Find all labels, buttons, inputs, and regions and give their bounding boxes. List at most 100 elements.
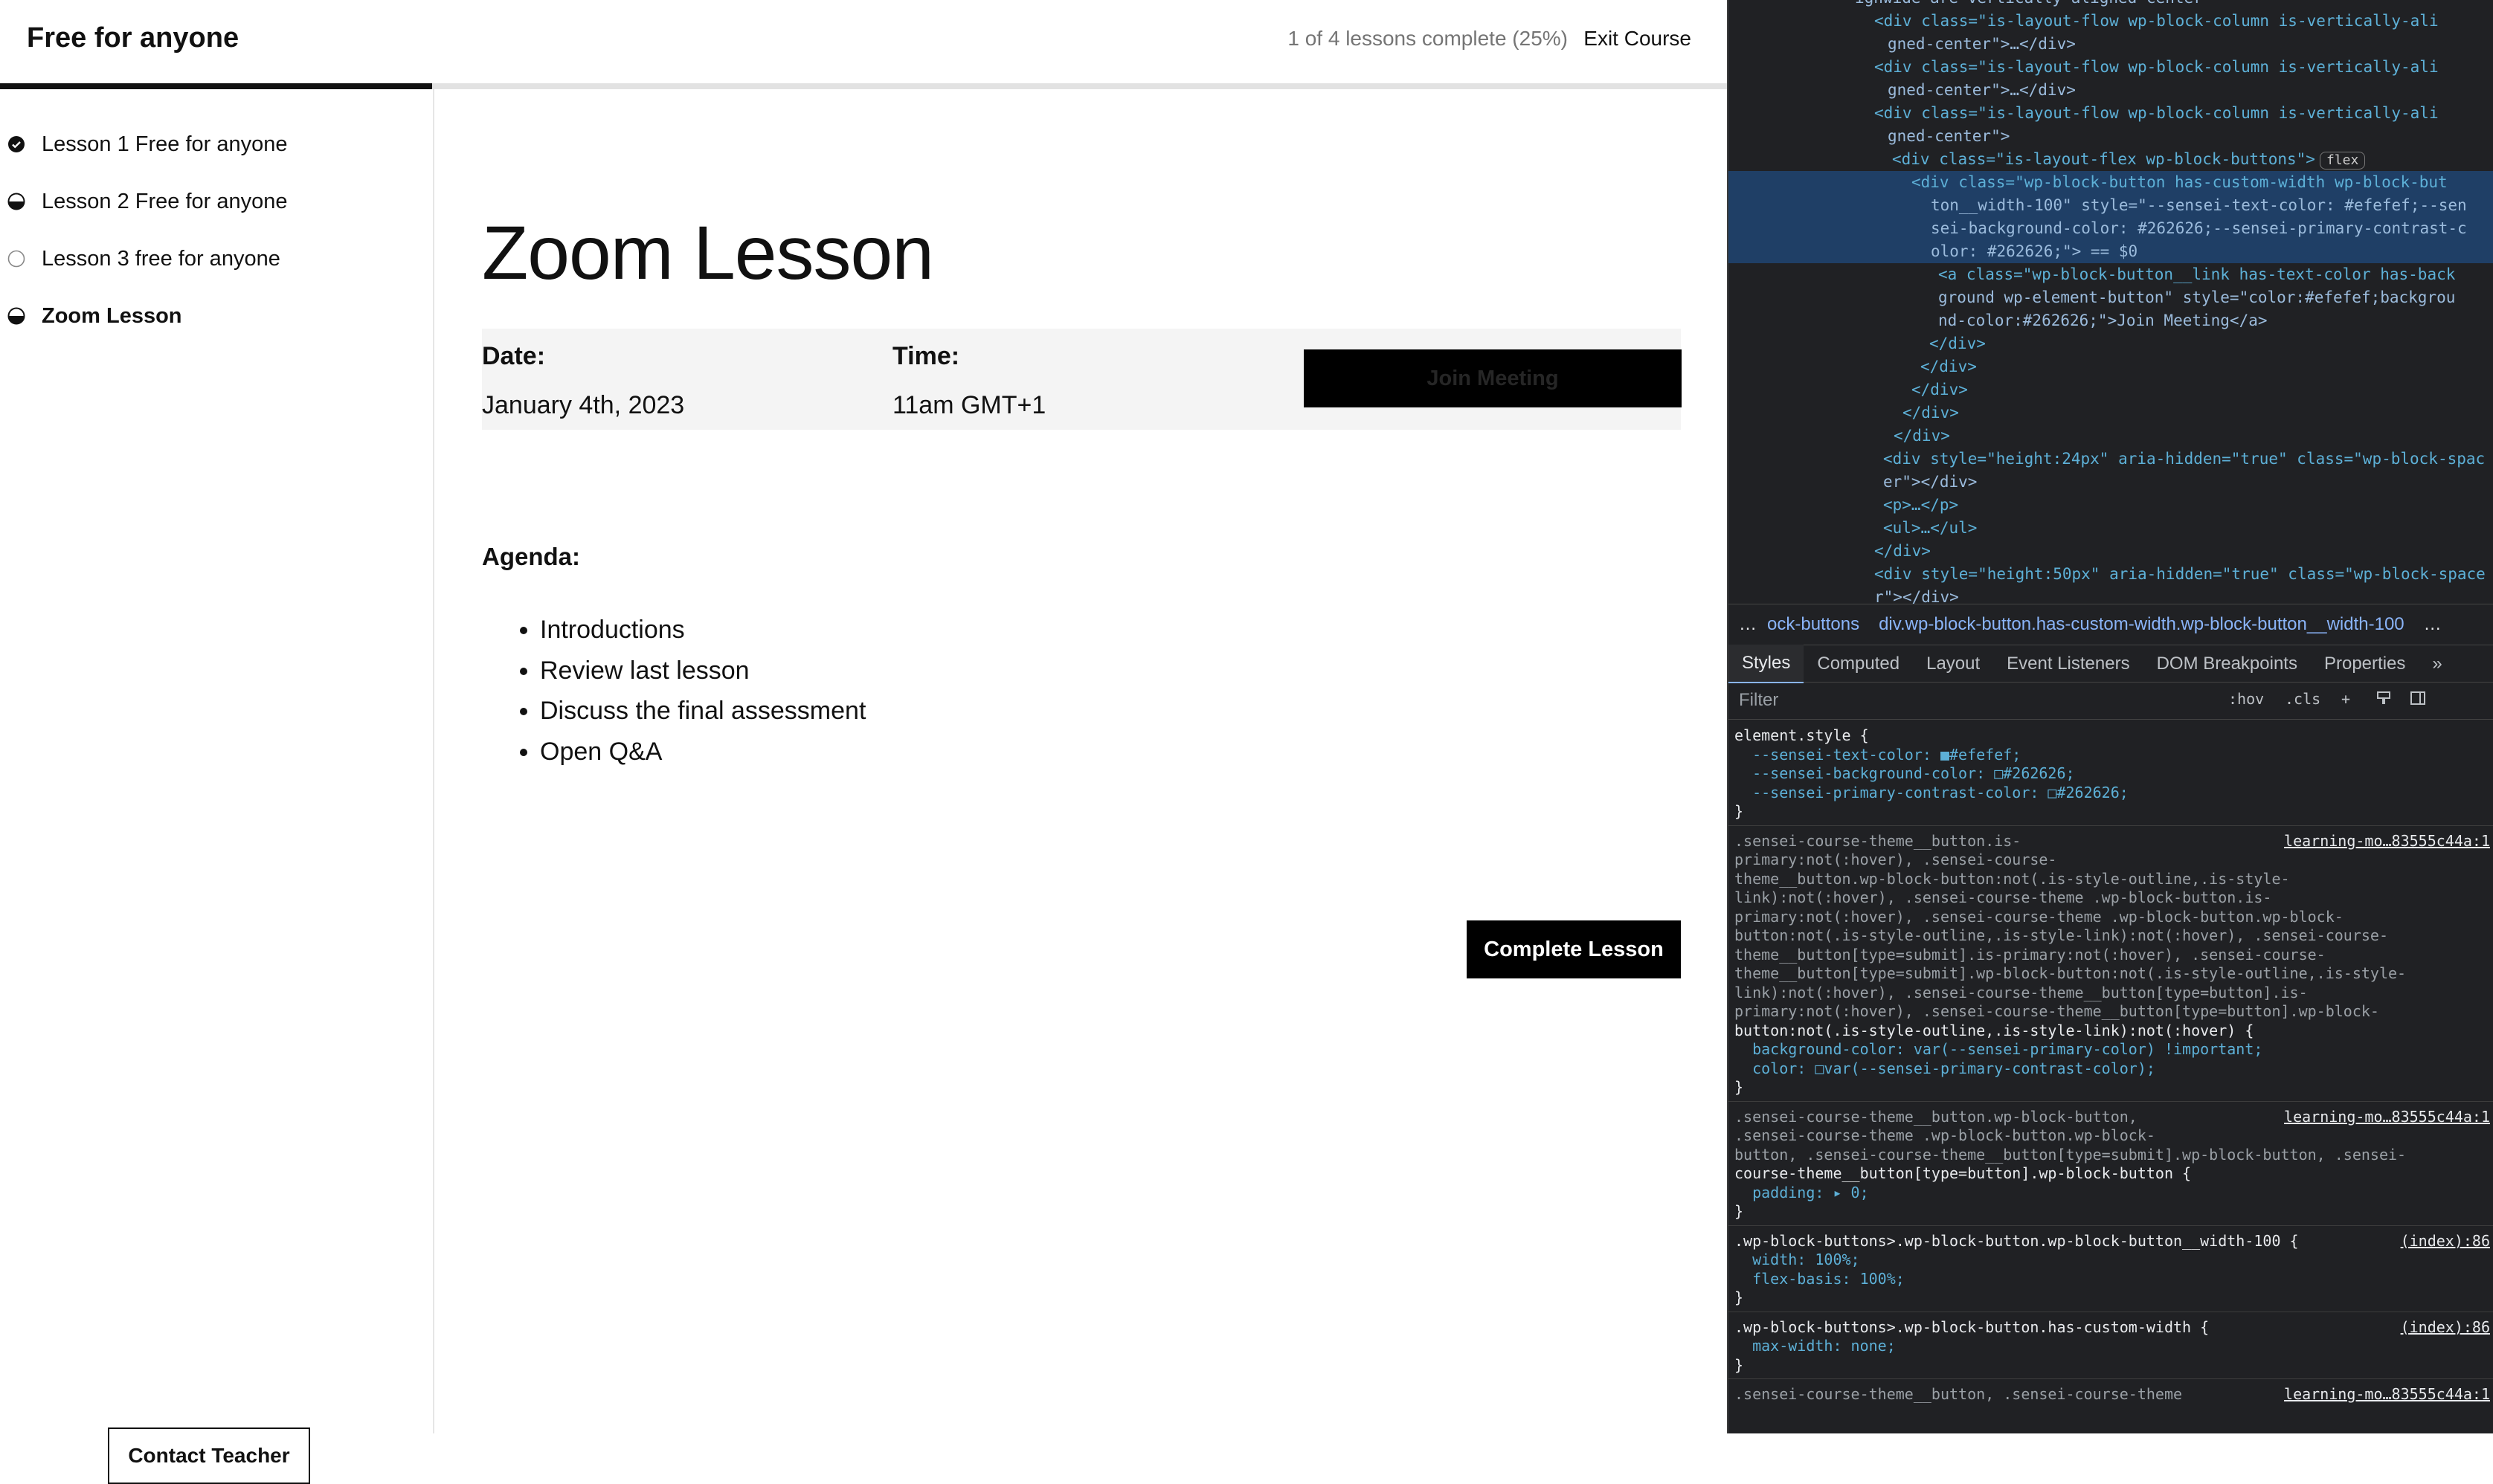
contact-teacher-button[interactable]: Contact Teacher [108,1427,310,1484]
dom-node-line[interactable]: <div style="height:24px" aria-hidden="tr… [1728,448,2493,471]
style-rule-line[interactable]: element.style { [1734,726,1869,745]
dom-node-line[interactable]: </div> [1728,401,2493,425]
style-source-link[interactable]: (index):86 [2401,1317,2490,1337]
breadcrumb-more[interactable]: … [1739,614,1757,635]
style-rule-line[interactable]: .sensei-course-theme__button.wp-block-bu… [1734,1107,2137,1126]
style-rule-line[interactable]: } [1734,1355,1743,1375]
new-rule-icon[interactable]: + [2341,690,2350,708]
styles-pane[interactable]: element.style { --sensei-text-color: ■#e… [1728,720,2493,1433]
style-rule-line[interactable]: button, .sensei-course-theme__button[typ… [1734,1145,2406,1164]
breadcrumb-item[interactable]: ock-buttons [1767,614,1859,635]
dom-node-line[interactable]: gned-center">…</div> [1728,79,2493,102]
join-meeting-button[interactable]: Join Meeting [1304,349,1682,407]
dom-node-line[interactable]: <ul>…</ul> [1728,517,2493,540]
style-rule-line[interactable]: } [1734,1201,1743,1221]
sidebar-item-zoom-lesson[interactable]: Zoom Lesson [7,301,182,331]
dom-node-line[interactable]: gned-center"> [1728,125,2493,148]
style-rule-line[interactable]: button:not(.is-style-outline,.is-style-l… [1734,1021,2254,1040]
style-rule-line[interactable]: primary:not(:hover), .sensei-course-them… [1734,1001,2379,1021]
lesson-content: Zoom Lesson Date: January 4th, 2023 Time… [434,89,1727,1433]
tab-dom-breakpoints[interactable]: DOM Breakpoints [2143,645,2311,683]
more-tabs-icon[interactable]: » [2419,645,2455,683]
dom-node-line[interactable]: ground wp-element-button" style="color:#… [1728,286,2493,309]
sidebar-item-lesson-3[interactable]: Lesson 3 free for anyone [7,244,280,274]
dom-node-line[interactable]: </div> [1728,332,2493,355]
course-header: Free for anyone 1 of 4 lessons complete … [0,0,1727,83]
dom-node-line[interactable]: er"></div> [1728,471,2493,494]
style-rule-line[interactable]: theme__button.wp-block-button:not(.is-st… [1734,869,2290,888]
style-rule-line[interactable]: .wp-block-buttons>.wp-block-button.has-c… [1734,1317,2209,1337]
style-rule-line[interactable]: link):not(:hover), .sensei-course-theme_… [1734,983,2308,1002]
breadcrumb-item-selected[interactable]: div.wp-block-button.has-custom-width.wp-… [1879,614,2404,635]
style-rule-line[interactable]: primary:not(:hover), .sensei-course-them… [1734,907,2344,926]
sidebar-item-lesson-2[interactable]: Lesson 2 Free for anyone [7,187,287,216]
style-rule-line[interactable]: .sensei-course-theme .wp-block-button.wp… [1734,1126,2155,1145]
dom-node-line[interactable]: olor: #262626;"> == $0 [1728,240,2493,263]
style-rule-line[interactable]: width: 100%; [1734,1250,1860,1269]
style-rule-line[interactable]: color: □var(--sensei-primary-contrast-co… [1734,1059,2155,1078]
style-rule-line[interactable]: } [1734,1077,1743,1097]
dom-node-line[interactable]: sei-background-color: #262626;--sensei-p… [1728,217,2493,240]
list-item: Discuss the final assessment [540,691,866,732]
style-rule-line[interactable]: theme__button[type=submit].is-primary:no… [1734,945,2326,964]
tab-computed[interactable]: Computed [1804,645,1913,683]
complete-lesson-button[interactable]: Complete Lesson [1467,920,1681,978]
hover-state-toggle[interactable]: :hov [2228,690,2264,708]
style-rule-line[interactable]: theme__button[type=submit].wp-block-butt… [1734,964,2406,983]
dom-node-line[interactable]: <div class="is-layout-flex wp-block-butt… [1728,148,2493,171]
style-source-link[interactable]: learning-mo…83555c44a:1 [2284,1384,2490,1404]
tab-styles[interactable]: Styles [1728,644,1804,683]
dom-node-line[interactable]: </div> [1728,425,2493,448]
style-rule-line[interactable]: } [1734,801,1743,821]
dom-node-line[interactable]: <div style="height:50px" aria-hidden="tr… [1728,563,2493,586]
dom-node-line[interactable]: ighwide are vertically aligned center [1728,0,2493,10]
dom-node-line[interactable]: gned-center">…</div> [1728,33,2493,56]
dom-node-line[interactable]: <div class="is-layout-flow wp-block-colu… [1728,102,2493,125]
flex-badge[interactable]: flex [2319,152,2366,170]
agenda-list: Introductions Review last lesson Discuss… [482,610,866,772]
style-source-link[interactable]: learning-mo…83555c44a:1 [2284,831,2490,851]
style-rule-line[interactable]: primary:not(:hover), .sensei-course- [1734,850,2056,869]
style-rule-line[interactable]: flex-basis: 100%; [1734,1269,1905,1288]
style-source-link[interactable]: learning-mo…83555c44a:1 [2284,1107,2490,1126]
dom-node-line[interactable]: <div class="is-layout-flow wp-block-colu… [1728,56,2493,79]
style-rule-line[interactable]: course-theme__button[type=button].wp-blo… [1734,1164,2191,1183]
style-rule-line[interactable]: --sensei-background-color: □#262626; [1734,764,2074,783]
style-rule-line[interactable]: padding: ▸ 0; [1734,1183,1869,1202]
elements-dom-tree[interactable]: ighwide are vertically aligned center<di… [1728,0,2493,604]
dom-node-line[interactable]: </div> [1728,540,2493,563]
tab-properties[interactable]: Properties [2311,645,2419,683]
style-rule-line[interactable]: .sensei-course-theme__button, .sensei-co… [1734,1384,2182,1404]
styles-filter-input[interactable]: Filter [1739,690,1778,711]
dom-node-line[interactable]: nd-color:#262626;">Join Meeting</a> [1728,309,2493,332]
tab-event-listeners[interactable]: Event Listeners [1993,645,2143,683]
dom-node-line[interactable]: </div> [1728,378,2493,401]
dom-node-line[interactable]: </div> [1728,355,2493,378]
course-progress-bar [0,83,1727,89]
style-rule-line[interactable]: --sensei-primary-contrast-color: □#26262… [1734,783,2129,802]
style-rule-line[interactable]: max-width: none; [1734,1336,1896,1355]
paint-icon[interactable] [2375,690,2392,710]
dom-node-line[interactable]: ton__width-100" style="--sensei-text-col… [1728,194,2493,217]
dom-node-line[interactable]: <p>…</p> [1728,494,2493,517]
dom-node-line[interactable]: <div class="is-layout-flow wp-block-colu… [1728,10,2493,33]
style-source-link[interactable]: (index):86 [2401,1231,2490,1251]
class-toggle[interactable]: .cls [2285,690,2320,708]
breadcrumb-more[interactable]: … [2424,614,2442,635]
dom-node-line[interactable]: r"></div> [1728,586,2493,604]
style-rule-line[interactable]: button:not(.is-style-outline,.is-style-l… [1734,926,2388,945]
sidebar-item-lesson-1[interactable]: Lesson 1 Free for anyone [7,129,287,159]
style-rule-line[interactable]: .wp-block-buttons>.wp-block-button.wp-bl… [1734,1231,2299,1251]
style-rule-line[interactable]: link):not(:hover), .sensei-course-theme … [1734,888,2271,907]
devtools-breadcrumb: … ock-buttons div.wp-block-button.has-cu… [1728,604,2493,645]
dom-node-line[interactable]: <a class="wp-block-button__link has-text… [1728,263,2493,286]
exit-course-link[interactable]: Exit Course [1583,27,1691,51]
style-rule-line[interactable]: --sensei-text-color: ■#efefef; [1734,745,2021,764]
style-rule-line[interactable]: .sensei-course-theme__button.is- [1734,831,2021,851]
style-rule-line[interactable]: } [1734,1288,1743,1307]
sidebar-toggle-icon[interactable] [2410,690,2426,710]
style-rule-line[interactable]: background-color: var(--sensei-primary-c… [1734,1039,2262,1059]
devtools-panel: ighwide are vertically aligned center<di… [1727,0,2493,1433]
dom-node-line[interactable]: <div class="wp-block-button has-custom-w… [1728,171,2493,194]
tab-layout[interactable]: Layout [1913,645,1993,683]
